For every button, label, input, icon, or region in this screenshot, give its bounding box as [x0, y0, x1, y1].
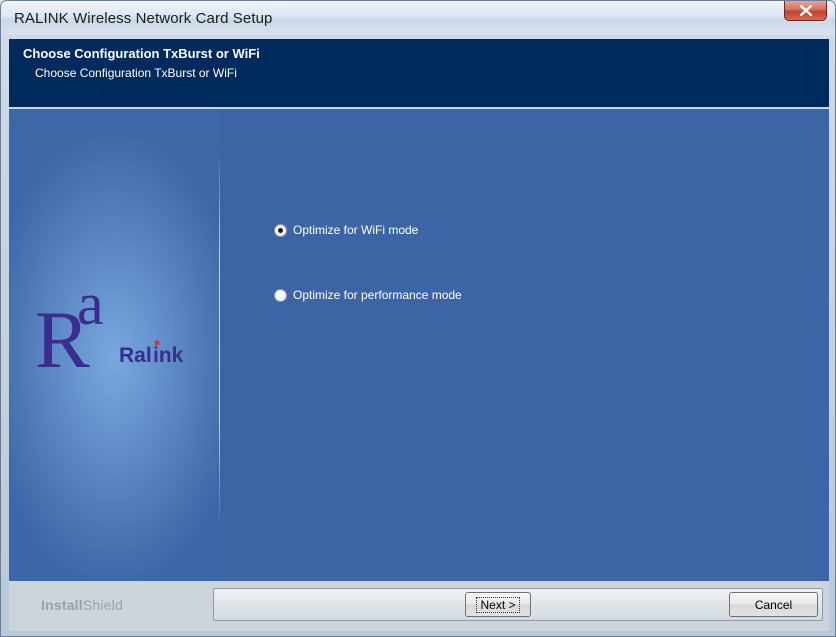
- installer-window: RALINK Wireless Network Card Setup Choos…: [0, 0, 836, 637]
- option-performance-mode[interactable]: Optimize for performance mode: [274, 288, 462, 302]
- option-wifi-mode[interactable]: Optimize for WiFi mode: [274, 223, 418, 237]
- side-banner: a R Ral ink: [9, 109, 219, 581]
- window-title: RALINK Wireless Network Card Setup: [14, 10, 273, 27]
- svg-text:R: R: [35, 294, 90, 369]
- page-title: Choose Configuration TxBurst or WiFi: [23, 46, 260, 61]
- page-subtitle: Choose Configuration TxBurst or WiFi: [35, 66, 237, 80]
- button-bar: InstallShield Next > Cancel: [9, 581, 829, 631]
- next-button[interactable]: Next >: [465, 592, 531, 617]
- panel-divider: [219, 149, 220, 529]
- dialog-content: Choose Configuration TxBurst or WiFi Cho…: [9, 39, 829, 631]
- page-header: Choose Configuration TxBurst or WiFi Cho…: [9, 39, 829, 109]
- cancel-button[interactable]: Cancel: [729, 592, 818, 617]
- svg-text:Ral: Ral: [119, 344, 152, 367]
- performance-mode-label[interactable]: Optimize for performance mode: [293, 288, 462, 302]
- installshield-thin: Shield: [82, 597, 123, 613]
- title-bar[interactable]: RALINK Wireless Network Card Setup: [1, 1, 835, 35]
- main-panel: a R Ral ink Optimize for WiFi mode Optim…: [9, 109, 829, 581]
- wifi-mode-radio[interactable]: [274, 223, 287, 237]
- performance-mode-radio[interactable]: [274, 288, 287, 302]
- installshield-logo: InstallShield: [41, 597, 123, 613]
- footer-button-strip: Next > Cancel: [213, 588, 823, 621]
- svg-text:ink: ink: [153, 344, 184, 367]
- installshield-bold: Install: [41, 597, 83, 613]
- ralink-logo: a R Ral ink: [35, 271, 184, 369]
- close-icon: [799, 5, 812, 16]
- close-button[interactable]: [784, 1, 827, 21]
- next-button-label: Next >: [476, 596, 520, 613]
- wifi-mode-label[interactable]: Optimize for WiFi mode: [293, 223, 418, 237]
